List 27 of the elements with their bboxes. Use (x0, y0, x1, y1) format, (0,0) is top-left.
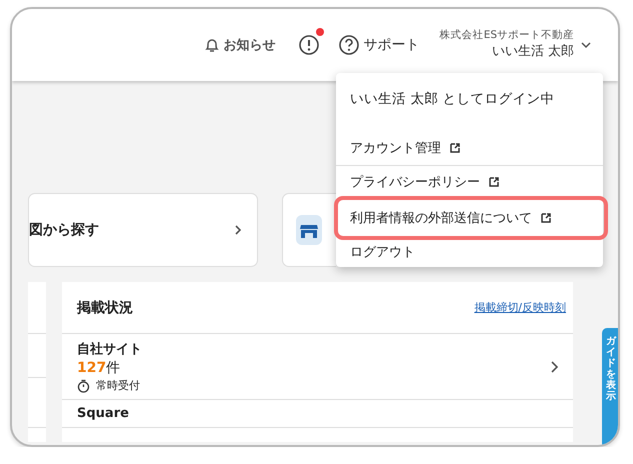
listing-count: 127件 (77, 359, 122, 377)
notice-button[interactable]: お知らせ (204, 36, 276, 54)
store-icon (296, 215, 322, 245)
help-icon (338, 34, 360, 56)
alert-icon (298, 34, 320, 56)
timer-icon (77, 378, 90, 392)
chevron-right-icon (233, 224, 243, 236)
menu-item[interactable]: アカウント管理 (336, 130, 603, 166)
listing-row[interactable]: 自社サイト 127件 常時受付 (62, 334, 573, 400)
site-name: 自社サイト (77, 341, 142, 358)
acceptance-status: 常時受付 (96, 378, 140, 393)
map-search-card[interactable]: 図から探す (28, 193, 258, 267)
user-name: いい生活 太郎 (492, 43, 574, 60)
menu-item[interactable]: プライバシーポリシー (336, 166, 603, 198)
login-status: いい生活 太郎 としてログイン中 (349, 90, 556, 109)
store-card[interactable] (282, 193, 336, 267)
support-button[interactable]: サポート (338, 34, 420, 56)
menu-item[interactable]: 利用者情報の外部送信について (338, 200, 604, 236)
alert-button[interactable] (298, 34, 320, 56)
site-name: Square (77, 406, 129, 421)
menu-item[interactable]: ログアウト (336, 236, 603, 268)
company-name: 株式会社ESサポート不動産 (440, 28, 574, 42)
panel-title: 掲載状況 (77, 298, 133, 316)
chevron-right-icon (549, 360, 559, 374)
bell-icon (204, 37, 220, 53)
deadline-link[interactable]: 掲載締切/反映時刻 (474, 300, 566, 315)
listing-row[interactable]: Square (62, 400, 573, 428)
